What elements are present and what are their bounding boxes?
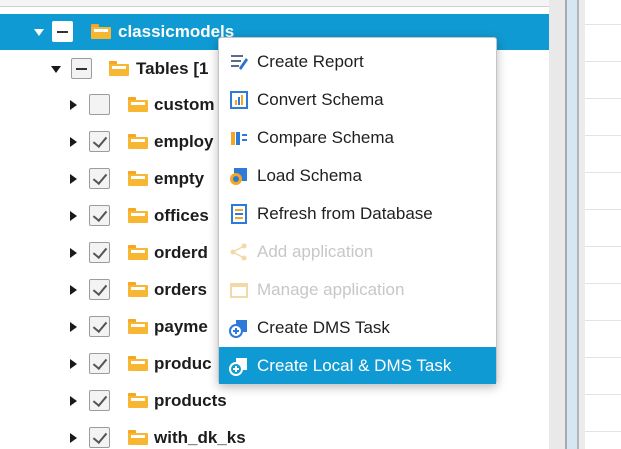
tree-label-table: produc — [154, 354, 212, 373]
grid-row-line — [585, 246, 621, 247]
menu-item-create-report[interactable]: Create Report — [219, 43, 496, 80]
folder-icon — [128, 171, 148, 186]
grid-row-line — [585, 431, 621, 432]
tree-checkbox-table[interactable] — [89, 242, 110, 263]
folder-icon — [109, 61, 129, 76]
tree-label-table: orders — [154, 280, 207, 299]
tree-checkbox-table[interactable] — [89, 427, 110, 448]
folder-icon — [128, 97, 148, 112]
add-application-icon — [229, 242, 249, 262]
tree-checkbox-table[interactable] — [89, 353, 110, 374]
menu-item-label: Create Local & DMS Task — [257, 356, 452, 375]
context-menu: Create Report Convert Schema Compare Schem… — [218, 37, 497, 384]
folder-icon — [128, 319, 148, 334]
folder-icon — [128, 245, 148, 260]
folder-icon — [91, 24, 111, 39]
tree-checkbox-tables[interactable] — [71, 58, 92, 79]
tree-checkbox-table[interactable] — [89, 390, 110, 411]
menu-item-create-dms-task[interactable]: Create DMS Task — [219, 309, 496, 346]
menu-item-label: Add application — [257, 242, 374, 261]
menu-item-convert-schema[interactable]: Convert Schema — [219, 81, 496, 118]
tree-row-table[interactable]: with_dk_ks — [0, 420, 549, 449]
folder-icon — [128, 393, 148, 408]
expand-arrow-icon[interactable] — [70, 137, 77, 147]
menu-item-refresh-from-database[interactable]: Refresh from Database — [219, 195, 496, 232]
grid-row-line — [585, 24, 621, 25]
grid-row-line — [585, 394, 621, 395]
local-dms-task-icon — [229, 356, 249, 376]
tree-row-table[interactable]: products — [0, 383, 549, 419]
grid-row-line — [585, 135, 621, 136]
tree-label-table: offices — [154, 206, 209, 225]
menu-item-label: Convert Schema — [257, 90, 384, 109]
manage-application-icon — [229, 280, 249, 300]
tree-label-tables: Tables [1 — [136, 59, 209, 78]
expand-arrow-icon[interactable] — [70, 322, 77, 332]
menu-item-label: Compare Schema — [257, 128, 395, 147]
right-grid-pane — [585, 0, 621, 449]
expand-arrow-icon[interactable] — [51, 66, 61, 73]
refresh-database-icon — [229, 204, 249, 224]
tree-label-table: products — [154, 391, 227, 410]
grid-row-line — [585, 357, 621, 358]
expand-arrow-icon[interactable] — [70, 359, 77, 369]
expand-arrow-icon[interactable] — [34, 29, 44, 36]
expand-arrow-icon[interactable] — [70, 211, 77, 221]
tree-label-table: empty — [154, 169, 205, 188]
expand-arrow-icon[interactable] — [70, 433, 77, 443]
grid-row-line — [585, 172, 621, 173]
menu-item-load-schema[interactable]: Load Schema — [219, 157, 496, 194]
grid-row-line — [585, 320, 621, 321]
folder-icon — [128, 134, 148, 149]
tree-label-table: custom — [154, 95, 215, 114]
tree-label-table: employ — [154, 132, 214, 151]
tree-checkbox-classicmodels[interactable] — [52, 21, 73, 42]
tree-checkbox-table[interactable] — [89, 205, 110, 226]
expand-arrow-icon[interactable] — [70, 248, 77, 258]
expand-arrow-icon[interactable] — [70, 174, 77, 184]
folder-icon — [128, 356, 148, 371]
tree-label-table: orderd — [154, 243, 208, 262]
grid-row-line — [585, 283, 621, 284]
folder-icon — [128, 430, 148, 445]
tree-checkbox-table[interactable] — [89, 279, 110, 300]
menu-item-compare-schema[interactable]: Compare Schema — [219, 119, 496, 156]
tree-label-classicmodels: classicmodels — [118, 22, 235, 41]
grid-row-line — [585, 61, 621, 62]
menu-item-label: Load Schema — [257, 166, 362, 185]
compare-schema-icon — [229, 128, 249, 148]
tree-label-table: with_dk_ks — [154, 428, 246, 447]
dms-task-icon — [229, 318, 249, 338]
load-schema-icon — [229, 166, 249, 186]
tree-header-edge — [0, 0, 549, 7]
expand-arrow-icon[interactable] — [70, 100, 77, 110]
menu-item-label: Create DMS Task — [257, 318, 390, 337]
menu-item-create-local-dms-task[interactable]: Create Local & DMS Task — [219, 347, 496, 384]
tree-checkbox-table[interactable] — [89, 168, 110, 189]
menu-item-label: Refresh from Database — [257, 204, 433, 223]
grid-row-line — [585, 209, 621, 210]
menu-item-label: Create Report — [257, 52, 364, 71]
menu-item-add-application: Add application — [219, 233, 496, 270]
tree-checkbox-table[interactable] — [89, 131, 110, 152]
tree-label-table: payme — [154, 317, 208, 336]
expand-arrow-icon[interactable] — [70, 396, 77, 406]
tree-checkbox-table[interactable] — [89, 94, 110, 115]
report-icon — [229, 52, 249, 72]
menu-item-manage-application: Manage application — [219, 271, 496, 308]
folder-icon — [128, 208, 148, 223]
convert-schema-icon — [229, 90, 249, 110]
pane-splitter[interactable] — [549, 0, 585, 449]
expand-arrow-icon[interactable] — [70, 285, 77, 295]
grid-row-line — [585, 98, 621, 99]
menu-item-label: Manage application — [257, 280, 405, 299]
tree-checkbox-table[interactable] — [89, 316, 110, 337]
folder-icon — [128, 282, 148, 297]
